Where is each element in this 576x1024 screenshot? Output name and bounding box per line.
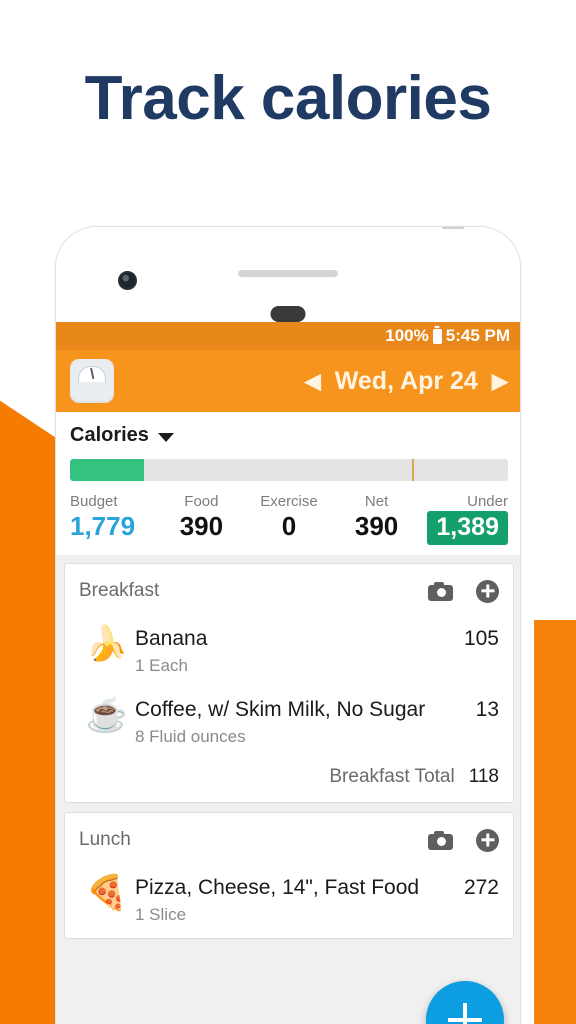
status-bar: 100% 5:45 PM xyxy=(56,322,520,350)
food-row[interactable]: 🍕 Pizza, Cheese, 14", Fast Food 1 Slice 272 xyxy=(79,867,499,938)
battery-percent-label: 100% xyxy=(385,326,429,345)
stat-value: 1,779 xyxy=(70,511,136,541)
progress-goal-marker xyxy=(411,459,414,481)
food-calories: 105 xyxy=(463,627,499,650)
food-name: Coffee, w/ Skim Milk, No Sugar xyxy=(135,698,426,721)
food-name: Banana xyxy=(135,627,208,650)
meal-total-label: Breakfast Total xyxy=(329,766,455,787)
metric-selector[interactable]: Calories xyxy=(70,424,508,447)
calorie-summary-panel: Calories Budget 1,779 Food 390 Exercise 0 Net 3… xyxy=(56,412,520,555)
meal-card: Lunch 🍕 Pizza, Cheese, 14", Fast Food 1 Sli… xyxy=(64,812,514,939)
decorative-orange-shape-left xyxy=(0,398,62,1024)
stat-value: 390 xyxy=(179,511,224,541)
phone-screen: 100% 5:45 PM ◀ Wed, Apr 24 ▶ Calories Bu… xyxy=(56,322,520,1024)
food-calories: 13 xyxy=(475,698,499,721)
add-circle-icon[interactable] xyxy=(476,828,499,852)
food-row[interactable]: ☕ Coffee, w/ Skim Milk, No Sugar 8 Fluid o… xyxy=(79,689,499,760)
food-info: Coffee, w/ Skim Milk, No Sugar 8 Fluid ou… xyxy=(135,695,466,748)
earpiece-speaker xyxy=(238,270,338,277)
stat-food: Food 390 xyxy=(158,492,246,545)
next-day-button[interactable]: ▶ xyxy=(492,371,508,392)
chevron-down-icon[interactable] xyxy=(157,432,174,442)
meal-title: Lunch xyxy=(79,829,131,850)
add-food-fab[interactable] xyxy=(426,981,504,1024)
food-serving: 1 Each xyxy=(135,656,188,675)
bathroom-scale-icon[interactable] xyxy=(70,359,114,403)
front-camera-icon xyxy=(118,271,137,290)
add-circle-icon[interactable] xyxy=(476,579,499,603)
stat-label: Food xyxy=(184,493,219,510)
meal-card-header: Lunch xyxy=(79,813,499,867)
food-info: Pizza, Cheese, 14", Fast Food 1 Slice xyxy=(135,873,454,926)
stat-label: Net xyxy=(364,493,389,510)
stat-label: Under xyxy=(467,493,508,510)
camera-icon[interactable] xyxy=(428,581,453,601)
meal-actions xyxy=(428,828,499,852)
calorie-stats-row: Budget 1,779 Food 390 Exercise 0 Net 390 Under 1,… xyxy=(70,492,508,545)
previous-day-button[interactable]: ◀ xyxy=(305,371,321,392)
calorie-progress-bar xyxy=(70,459,508,481)
food-serving: 1 Slice xyxy=(135,905,187,924)
meal-total-row: Breakfast Total 118 xyxy=(79,760,499,802)
stat-value: 0 xyxy=(281,511,297,541)
top-edge-slit xyxy=(442,227,464,229)
stat-budget: Budget 1,779 xyxy=(70,492,158,545)
stat-value: 390 xyxy=(354,511,399,541)
phone-mockup: 100% 5:45 PM ◀ Wed, Apr 24 ▶ Calories Bu… xyxy=(55,226,521,1024)
meal-actions xyxy=(428,579,499,603)
stat-under: Under 1,389 xyxy=(420,492,508,545)
sensor-pill xyxy=(270,306,306,322)
camera-icon[interactable] xyxy=(428,830,453,850)
decorative-orange-shape-right xyxy=(534,620,576,1024)
clock-label: 5:45 PM xyxy=(445,326,510,345)
progress-fill xyxy=(70,459,145,481)
stat-exercise: Exercise 0 xyxy=(245,492,333,545)
food-row[interactable]: 🍌 Banana 1 Each 105 xyxy=(79,618,499,689)
current-date-label[interactable]: Wed, Apr 24 xyxy=(335,367,478,396)
food-name: Pizza, Cheese, 14", Fast Food xyxy=(135,876,420,899)
food-calories: 272 xyxy=(463,876,499,899)
stat-label: Budget xyxy=(70,493,118,510)
promo-screenshot: Track calories 100% 5:45 PM ◀ Wed, Apr 2… xyxy=(0,0,576,1024)
battery-icon xyxy=(432,328,442,344)
date-navigator: ◀ Wed, Apr 24 ▶ xyxy=(305,350,508,412)
metric-label: Calories xyxy=(70,424,149,446)
coffee-emoji: ☕ xyxy=(85,696,129,734)
meal-total-value: 118 xyxy=(468,766,499,787)
meal-card-header: Breakfast xyxy=(79,564,499,618)
meal-card: Breakfast 🍌 Banana 1 Each 105 ☕ Coffee, w/ Ski… xyxy=(64,563,514,803)
phone-top-bezel xyxy=(56,227,520,322)
stat-label: Exercise xyxy=(260,493,318,510)
food-info: Banana 1 Each xyxy=(135,624,454,677)
meal-cards-list: Breakfast 🍌 Banana 1 Each 105 ☕ Coffee, w/ Ski… xyxy=(56,555,520,939)
pizza-emoji: 🍕 xyxy=(85,874,129,912)
food-serving: 8 Fluid ounces xyxy=(135,727,246,746)
page-title: Track calories xyxy=(84,64,492,133)
stat-net: Net 390 xyxy=(333,492,421,545)
app-bar: ◀ Wed, Apr 24 ▶ xyxy=(56,350,520,412)
stat-value: 1,389 xyxy=(427,511,508,545)
meal-title: Breakfast xyxy=(79,580,160,601)
banana-emoji: 🍌 xyxy=(85,625,129,663)
